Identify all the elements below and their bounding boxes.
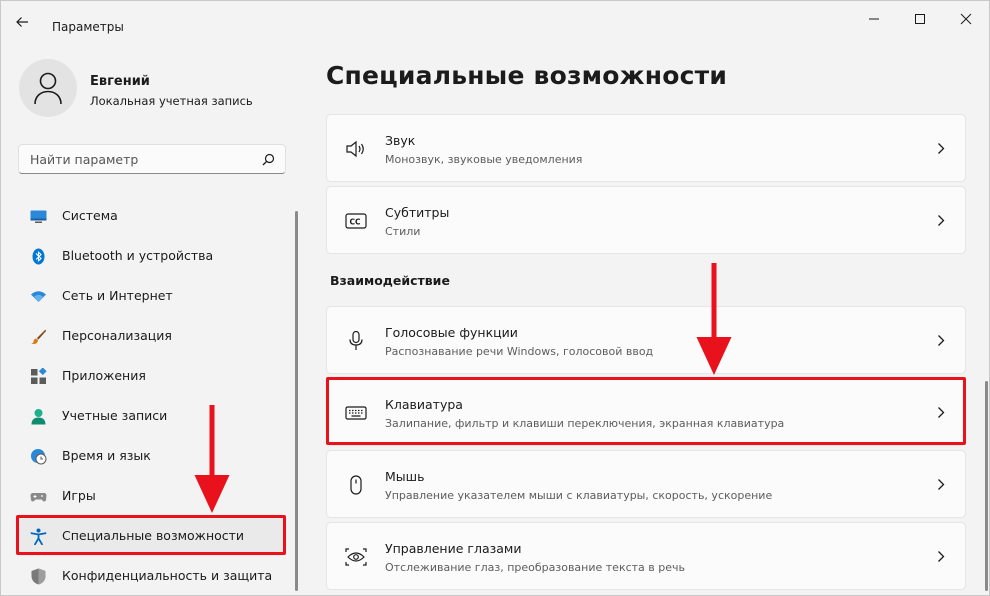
sidebar-item-accounts[interactable]: Учетные записи — [18, 396, 286, 436]
card-sound[interactable]: Звук Монозвук, звуковые уведомления — [326, 114, 966, 182]
sidebar-item-gaming[interactable]: Игры — [18, 476, 286, 516]
sidebar-item-label: Игры — [62, 488, 96, 503]
gamepad-icon — [30, 493, 47, 502]
chevron-right-icon — [938, 479, 945, 490]
back-button[interactable] — [15, 14, 37, 36]
sidebar-item-bluetooth[interactable]: Bluetooth и устройства — [18, 236, 286, 276]
red-arrow-down-sidebar — [194, 405, 230, 513]
shield-icon — [31, 568, 46, 585]
sidebar-item-privacy[interactable]: Конфиденциальность и защита — [18, 556, 286, 595]
card-title: Звук — [385, 133, 416, 148]
user-icon — [34, 72, 62, 105]
section-interaction-heading: Взаимодействие — [330, 273, 450, 288]
sidebar-item-apps[interactable]: Приложения — [18, 356, 286, 396]
card-subtitle: Залипание, фильтр и клавиши переключения… — [385, 417, 785, 430]
close-icon — [960, 13, 972, 25]
sidebar-scrollbar[interactable] — [295, 211, 298, 591]
sidebar-item-label: Приложения — [62, 368, 146, 383]
maximize-icon — [915, 14, 925, 24]
back-arrow-icon — [16, 17, 28, 27]
brush-icon — [31, 329, 46, 345]
globe-clock-icon — [31, 449, 47, 465]
sidebar-item-label: Персонализация — [62, 328, 172, 343]
card-subtitle: Управление указателем мыши с клавиатуры,… — [385, 489, 773, 502]
user-account-type: Локальная учетная запись — [90, 94, 253, 108]
card-subtitle: Распознавание речи Windows, голосовой вв… — [385, 345, 654, 358]
card-title: Управление глазами — [385, 541, 522, 556]
red-arrow-down-content — [696, 263, 732, 375]
cc-icon: CC — [345, 213, 367, 229]
search-icon[interactable] — [262, 153, 275, 166]
card-eye-control[interactable]: Управление глазами Отслеживание глаз, пр… — [326, 522, 966, 590]
minimize-icon — [869, 18, 879, 20]
card-keyboard[interactable]: Клавиатура Залипание, фильтр и клавиши п… — [326, 378, 966, 446]
sidebar-item-label: Специальные возможности — [62, 528, 245, 543]
monitor-icon — [30, 210, 47, 223]
sidebar-item-label: Время и язык — [62, 448, 151, 463]
speaker-icon — [346, 140, 364, 158]
wifi-icon — [31, 291, 46, 302]
card-subtitle: Отслеживание глаз, преобразование текста… — [385, 561, 686, 574]
settings-window: Параметры Евгений Локальная учетная запи… — [0, 0, 990, 596]
sidebar-item-accessibility[interactable]: Специальные возможности — [18, 516, 286, 556]
avatar[interactable] — [19, 59, 77, 117]
sidebar-item-label: Конфиденциальность и защита — [62, 568, 273, 583]
bluetooth-icon — [32, 248, 45, 265]
card-title: Субтитры — [385, 205, 450, 220]
title-bar: Параметры — [1, 1, 989, 41]
search-input[interactable] — [19, 145, 249, 173]
app-title: Параметры — [52, 20, 124, 34]
svg-text:CC: CC — [350, 218, 362, 227]
card-captions[interactable]: CC Субтитры Стили — [326, 186, 966, 254]
minimize-button[interactable] — [851, 7, 897, 31]
apps-icon — [31, 368, 47, 384]
microphone-icon — [349, 331, 363, 350]
chevron-right-icon — [938, 335, 945, 346]
content-scrollbar[interactable] — [985, 381, 988, 591]
card-title: Мышь — [385, 469, 425, 484]
accessibility-icon — [30, 528, 47, 545]
sidebar-item-time-language[interactable]: Время и язык — [18, 436, 286, 476]
maximize-button[interactable] — [897, 7, 943, 31]
eye-control-icon — [345, 548, 367, 566]
sidebar-item-label: Система — [62, 208, 118, 223]
search-box — [18, 144, 286, 174]
sidebar-item-network[interactable]: Сеть и Интернет — [18, 276, 286, 316]
sidebar-item-system[interactable]: Система — [18, 196, 286, 236]
chevron-right-icon — [938, 143, 945, 154]
sidebar-item-label: Bluetooth и устройства — [62, 248, 214, 263]
page-title: Специальные возможности — [326, 61, 728, 90]
card-speech[interactable]: Голосовые функции Распознавание речи Win… — [326, 306, 966, 374]
person-icon — [31, 409, 46, 425]
sidebar-item-label: Сеть и Интернет — [62, 288, 173, 303]
card-title: Клавиатура — [385, 397, 463, 412]
keyboard-icon — [345, 406, 367, 420]
card-subtitle: Монозвук, звуковые уведомления — [385, 153, 583, 166]
card-subtitle: Стили — [385, 225, 421, 238]
user-name: Евгений — [90, 74, 150, 89]
sidebar-item-personalization[interactable]: Персонализация — [18, 316, 286, 356]
sidebar-item-label: Учетные записи — [62, 408, 168, 423]
mouse-icon — [350, 475, 362, 495]
chevron-right-icon — [938, 551, 945, 562]
sidebar-nav: Система Bluetooth и устройства Сеть и Ин… — [18, 196, 286, 595]
chevron-right-icon — [938, 407, 945, 418]
close-button[interactable] — [943, 7, 989, 31]
chevron-right-icon — [938, 215, 945, 226]
card-title: Голосовые функции — [385, 325, 518, 340]
card-mouse[interactable]: Мышь Управление указателем мыши с клавиа… — [326, 450, 966, 518]
